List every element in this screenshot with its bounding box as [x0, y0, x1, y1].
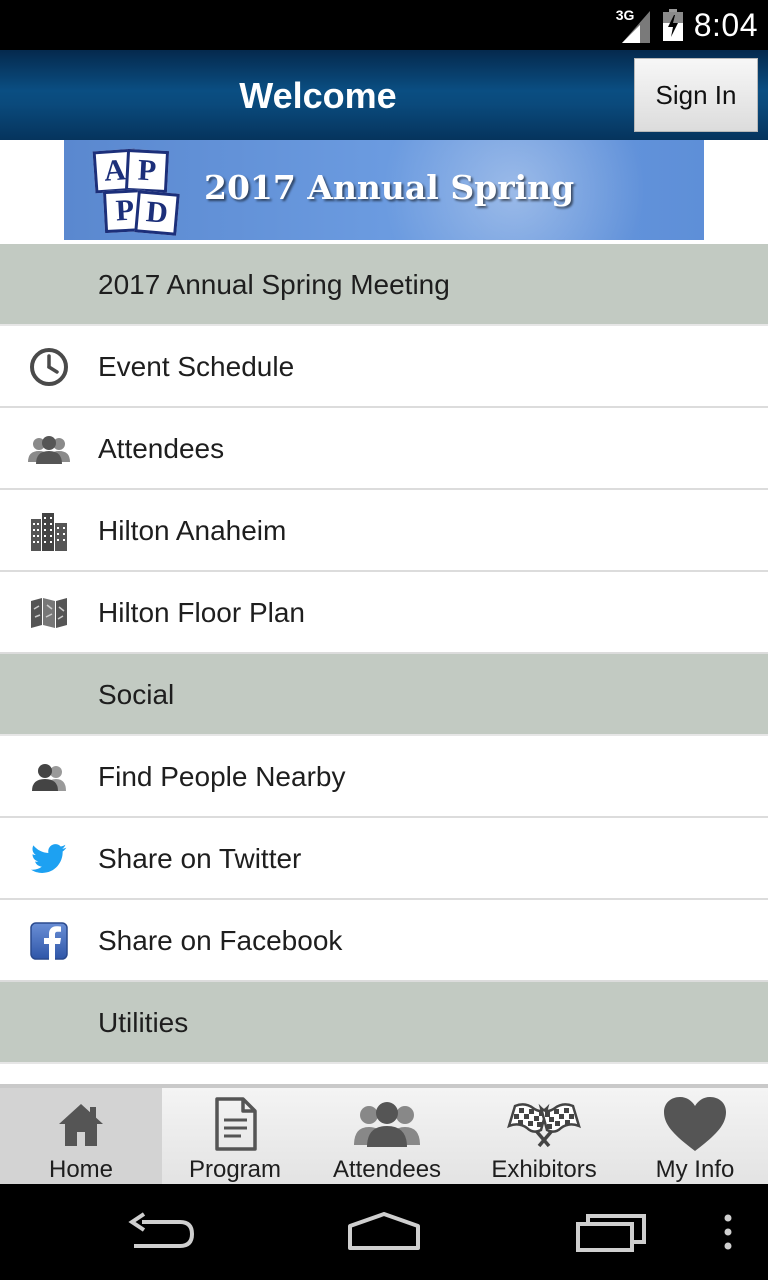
tab-my-info[interactable]: My Info	[622, 1088, 768, 1184]
banner-container: A P P D 2017 Annual Spring Meeting	[0, 140, 768, 244]
tab-label: Exhibitors	[491, 1156, 597, 1183]
list-item-attendees[interactable]: Attendees	[0, 408, 768, 490]
map-icon	[28, 593, 70, 633]
tab-home[interactable]: Home	[0, 1088, 162, 1184]
list-item-label: Event Schedule	[98, 351, 295, 382]
section-header-social: Social	[0, 654, 768, 736]
signal-icon: 3G	[616, 7, 652, 43]
home-nav-icon	[348, 1212, 420, 1250]
heart-icon	[622, 1094, 768, 1154]
bottom-tab-bar: Home Program Attendees Exhibitors My Inf…	[0, 1084, 768, 1184]
logo-block-p1: P	[124, 148, 170, 194]
list-item-label: Hilton Floor Plan	[98, 597, 305, 628]
section-header-meeting: 2017 Annual Spring Meeting	[0, 244, 768, 326]
android-nav-bar	[0, 1184, 768, 1280]
list-item-label: Hilton Anaheim	[98, 515, 287, 546]
event-banner[interactable]: A P P D 2017 Annual Spring Meeting	[64, 140, 704, 240]
people-icon	[308, 1094, 466, 1154]
app-header: Welcome Sign In	[0, 50, 768, 140]
sign-in-button[interactable]: Sign In	[634, 58, 758, 132]
buildings-icon	[28, 511, 70, 551]
battery-icon	[662, 9, 684, 41]
facebook-icon	[28, 921, 70, 961]
list-item-floor-plan[interactable]: Hilton Floor Plan	[0, 572, 768, 654]
list-item-label: Attendees	[98, 433, 225, 464]
list-item-label: Find People Nearby	[98, 761, 346, 792]
section-title: 2017 Annual Spring Meeting	[98, 269, 450, 300]
tab-attendees[interactable]: Attendees	[308, 1088, 466, 1184]
tab-label: Program	[188, 1156, 282, 1183]
list-item-event-schedule[interactable]: Event Schedule	[0, 326, 768, 408]
overflow-menu-button[interactable]	[716, 1202, 740, 1262]
overflow-menu-icon	[724, 1214, 732, 1250]
tab-program[interactable]: Program	[162, 1088, 308, 1184]
banner-title: 2017 Annual Spring Meeting	[204, 168, 575, 207]
list-item-hilton-anaheim[interactable]: Hilton Anaheim	[0, 490, 768, 572]
clock-icon	[28, 347, 70, 387]
list-item-label: Share on Twitter	[98, 843, 302, 874]
document-icon	[162, 1094, 308, 1154]
tab-label: Home	[48, 1156, 114, 1183]
section-header-utilities: Utilities	[0, 982, 768, 1064]
person-nearby-icon	[28, 757, 70, 797]
list-item-share-twitter[interactable]: Share on Twitter	[0, 818, 768, 900]
tab-exhibitors[interactable]: Exhibitors	[466, 1088, 622, 1184]
tab-label: My Info	[655, 1156, 735, 1183]
status-icons: 3G 8:04	[616, 0, 758, 50]
section-title: Social	[98, 679, 175, 710]
list-item-share-facebook[interactable]: Share on Facebook	[0, 900, 768, 982]
checkered-flags-icon	[466, 1094, 622, 1154]
logo-block-d: D	[134, 190, 180, 236]
section-title: Utilities	[98, 1007, 189, 1038]
tab-label: Attendees	[332, 1156, 442, 1183]
list-item-find-people[interactable]: Find People Nearby	[0, 736, 768, 818]
back-icon	[128, 1212, 195, 1248]
menu-list[interactable]: 2017 Annual Spring Meeting Event Schedul…	[0, 244, 768, 1084]
home-icon	[0, 1094, 162, 1154]
list-item-partial[interactable]	[0, 1064, 768, 1084]
back-button[interactable]	[122, 1202, 198, 1262]
people-icon	[28, 429, 70, 469]
home-button[interactable]	[344, 1202, 424, 1262]
recent-apps-icon	[576, 1214, 646, 1252]
status-bar: 3G 8:04	[0, 0, 768, 50]
list-item-label: Share on Facebook	[98, 925, 343, 956]
twitter-icon	[28, 839, 70, 879]
recent-apps-button[interactable]	[572, 1202, 650, 1262]
page-title: Welcome	[239, 75, 397, 116]
status-time: 8:04	[693, 6, 758, 43]
